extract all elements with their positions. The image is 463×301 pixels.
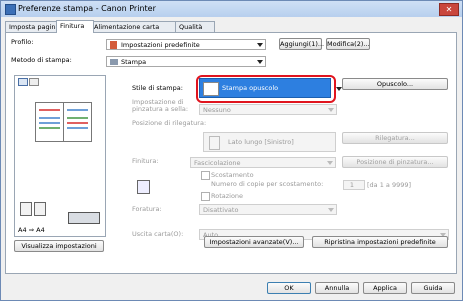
saddle-stitch-label: Impostazione di pinzatura a sella: bbox=[132, 98, 189, 113]
finishing-panel: Profilo: Impostazioni predefinite Aggiun… bbox=[5, 32, 457, 274]
tab-finishing[interactable]: Finitura bbox=[56, 20, 94, 33]
finishing-select[interactable]: Fascicolazione bbox=[190, 157, 336, 168]
highlight-callout bbox=[196, 75, 336, 103]
ok-button[interactable]: OK bbox=[267, 282, 311, 294]
binding-position-select[interactable]: Lato lungo [Sinistro] bbox=[203, 132, 336, 152]
copies-per-offset-label: Numero di copie per scostamento: bbox=[211, 180, 324, 188]
print-method-value: Stampa bbox=[121, 58, 147, 66]
preview-pane: A4 ⇒ A4 bbox=[14, 75, 106, 237]
print-method-select[interactable]: Stampa bbox=[106, 56, 266, 67]
finishing-label: Finitura: bbox=[132, 157, 159, 165]
help-button[interactable]: Guida bbox=[411, 282, 455, 294]
printer-app-icon bbox=[5, 4, 16, 15]
edit-profile-button[interactable]: Modifica(2)... bbox=[326, 38, 370, 50]
view-settings-button[interactable]: Visualizza impostazioni bbox=[14, 240, 104, 252]
profile-label: Profilo: bbox=[11, 38, 34, 46]
booklet-left-page bbox=[35, 102, 64, 142]
saddle-stitch-value: Nessuno bbox=[203, 106, 231, 114]
title-bar: Preferenze stampa - Canon Printer ✕ bbox=[1, 1, 462, 17]
copies-range-hint: [da 1 a 9999] bbox=[367, 181, 412, 189]
tab-quality[interactable]: Qualità bbox=[175, 21, 215, 32]
booklet-button[interactable]: Opuscolo... bbox=[342, 78, 448, 90]
hole-punch-select[interactable]: Disattivato bbox=[199, 204, 337, 215]
staple-position-button[interactable]: Posizione di pinzatura... bbox=[342, 156, 448, 168]
output-tray-label: Uscita carta(O): bbox=[132, 230, 184, 238]
printer-icon bbox=[110, 59, 118, 65]
hole-punch-label: Foratura: bbox=[132, 205, 162, 213]
page-view-icon bbox=[18, 78, 28, 86]
close-button[interactable]: ✕ bbox=[439, 3, 459, 16]
printer-view-icon bbox=[29, 78, 39, 86]
saddle-stitch-select[interactable]: Nessuno bbox=[199, 104, 337, 115]
restore-defaults-button[interactable]: Ripristina impostazioni predefinite bbox=[312, 236, 448, 248]
dialog-window: Preferenze stampa - Canon Printer ✕ Impo… bbox=[0, 0, 463, 301]
hole-punch-value: Disattivato bbox=[203, 206, 239, 214]
binding-edge-icon bbox=[209, 136, 220, 150]
profile-select[interactable]: Impostazioni predefinite bbox=[106, 39, 266, 50]
window-title: Preferenze stampa - Canon Printer bbox=[18, 4, 156, 13]
scale-label: A4 ⇒ A4 bbox=[18, 226, 45, 234]
copies-per-offset-input[interactable]: 1 bbox=[343, 180, 365, 190]
binding-position-label: Posizione di rilegatura: bbox=[132, 119, 207, 127]
add-profile-button[interactable]: Aggiungi(1)... bbox=[279, 38, 324, 50]
finishing-value: Fascicolazione bbox=[194, 159, 241, 167]
profile-icon bbox=[110, 41, 117, 49]
offset-checkbox[interactable] bbox=[201, 171, 210, 180]
tab-paper-source[interactable]: Alimentazione carta bbox=[90, 21, 176, 32]
rotate-icon bbox=[137, 180, 150, 194]
rotate-label: Rotazione bbox=[211, 192, 244, 200]
apply-button[interactable]: Applica bbox=[363, 282, 407, 294]
advanced-settings-button[interactable]: Impostazioni avanzate(V)... bbox=[204, 236, 304, 248]
finishing-icon bbox=[68, 212, 100, 224]
rotate-checkbox[interactable] bbox=[201, 192, 210, 201]
profile-value: Impostazioni predefinite bbox=[121, 41, 200, 49]
booklet-right-page bbox=[63, 102, 92, 142]
tab-page-setup[interactable]: Imposta pagina bbox=[5, 21, 59, 32]
collate-icon bbox=[34, 202, 46, 216]
document-icon bbox=[20, 202, 32, 216]
binding-button[interactable]: Rilegatura... bbox=[342, 132, 448, 144]
cancel-button[interactable]: Annulla bbox=[315, 282, 359, 294]
binding-position-value: Lato lungo [Sinistro] bbox=[228, 138, 294, 146]
print-style-label: Stile di stampa: bbox=[132, 84, 183, 92]
print-method-label: Metodo di stampa: bbox=[11, 56, 72, 64]
offset-label: Scostamento bbox=[211, 171, 254, 179]
